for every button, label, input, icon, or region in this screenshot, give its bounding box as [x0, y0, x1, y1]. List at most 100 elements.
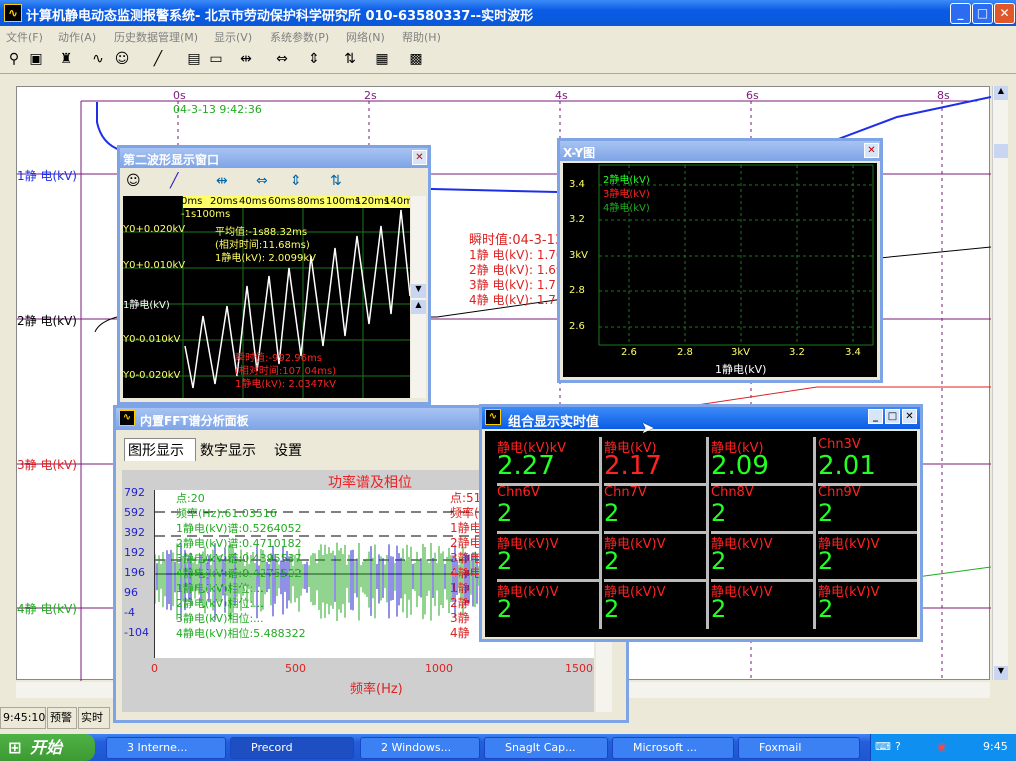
menu-item[interactable]: 系统参数(P) [270, 29, 329, 45]
monitor-icon[interactable]: ▣ [26, 49, 46, 69]
fft-xtick: 500 [285, 662, 306, 675]
menu-item[interactable]: 显示(V) [214, 29, 252, 45]
close-button[interactable]: ✕ [994, 3, 1015, 24]
xy-xtick: 3kV [731, 347, 750, 358]
wave2-scrollbar[interactable]: ▼ ▲ [411, 196, 426, 398]
taskbar-button[interactable]: Precord [230, 737, 354, 759]
menu-item[interactable]: 文件(F) [6, 29, 43, 45]
cell-divider [706, 581, 709, 629]
cell-divider [599, 485, 602, 533]
readout-line: 2静 电(kV): 1.69 [469, 263, 564, 277]
grid-icon[interactable]: ▩ [406, 49, 426, 69]
combo-cell: Chn8V 2 [711, 485, 816, 534]
window-title: 组合显示实时值 [508, 415, 600, 430]
menu-item[interactable]: 动作(A) [58, 29, 96, 45]
fft-ytick: 592 [124, 506, 145, 519]
fft-left-line: 3静电(kV)相位:... [176, 612, 264, 625]
close-icon[interactable]: ✕ [902, 409, 917, 424]
taskbar-button[interactable]: 2 Windows... [360, 737, 480, 759]
system-tray: ⌨ ? ◉ 9:45 [870, 734, 1016, 761]
menu-bar: 文件(F) 动作(A) 历史数据管理(M) 显示(V) 系统参数(P) 网络(N) 帮助(H… [0, 26, 1016, 46]
fft-left-line: 1静电(kV)相位:... [176, 582, 264, 595]
folder-icon[interactable]: ▭ [206, 49, 226, 69]
keyboard-icon[interactable]: ⌨ [875, 740, 891, 753]
cell-divider [706, 533, 709, 581]
fft-ytick: 96 [124, 586, 138, 599]
fft-ytick: 196 [124, 566, 145, 579]
combo-cell-value: 2 [604, 547, 620, 575]
smiley-icon[interactable]: ☺ [112, 49, 132, 69]
shrink-h-icon[interactable]: ⇔ [272, 49, 292, 69]
xy-legend-3: 3静电(kV) [603, 189, 650, 200]
start-label: 开始 [30, 738, 63, 757]
combo-cell-value: 2 [818, 595, 834, 623]
expand-v-icon[interactable]: ⇕ [290, 173, 302, 189]
siren-icon[interactable]: ♜ [56, 49, 76, 69]
fft-chart-title: 功率谱及相位 [328, 475, 412, 491]
scroll-down-arrow-icon[interactable]: ▼ [411, 284, 426, 298]
cell-divider [706, 437, 709, 485]
expand-h-icon[interactable]: ⇹ [216, 173, 228, 189]
fft-left-line: 3静电(kV)谱:0.4395537 [176, 552, 302, 565]
expand-v-icon[interactable]: ⇕ [304, 49, 324, 69]
expand-h-icon[interactable]: ⇹ [236, 49, 256, 69]
xy-xtick: 3.2 [789, 347, 805, 358]
wave2-offset: -1s100ms [181, 209, 231, 220]
save-icon[interactable]: ▤ [184, 49, 204, 69]
scroll-up-arrow-icon[interactable]: ▲ [994, 86, 1008, 100]
scroll-thumb[interactable] [994, 144, 1008, 158]
taskbar-button[interactable]: Microsoft ... [612, 737, 734, 759]
cell-divider [813, 581, 816, 629]
inst-line: (相对时间:107.04ms) [235, 366, 337, 377]
xy-xtick: 2.6 [621, 347, 637, 358]
scroll-up-arrow-icon[interactable]: ▲ [411, 300, 426, 314]
wave2-time-tick: 80ms [297, 196, 325, 207]
maximize-button[interactable]: □ [972, 3, 993, 24]
wave2-time-tick: 40ms [239, 196, 267, 207]
binoculars-icon[interactable]: ⚲ [4, 49, 24, 69]
avg-line: 平均值:-1s88.32ms [215, 227, 308, 238]
pen-icon[interactable]: ╱ [170, 173, 178, 189]
taskbar-button[interactable]: 3 Interne... [106, 737, 226, 759]
volume-icon[interactable]: ◉ [937, 740, 947, 753]
close-icon[interactable]: ✕ [864, 143, 879, 158]
fft-ytick: 192 [124, 546, 145, 559]
help-icon[interactable]: ? [895, 740, 901, 753]
cell-divider [813, 533, 816, 581]
vertical-scrollbar[interactable]: ▲ ▼ [992, 86, 1008, 680]
combo-cell-value: 2 [604, 595, 620, 623]
fft-left-line: 4静电(kV)相位:5.488322 [176, 627, 306, 640]
menu-item[interactable]: 帮助(H) [402, 29, 441, 45]
combo-cell: Chn7V 2 [604, 485, 709, 534]
minimize-icon[interactable]: _ [868, 409, 883, 424]
minimize-button[interactable]: _ [950, 3, 971, 24]
combo-cell-value: 2 [497, 595, 513, 623]
menu-item[interactable]: 历史数据管理(M) [114, 29, 198, 45]
fft-left-info: 点:20 频率(Hz):61.03516 1静电(kV)谱:0.5264052 2静电… [176, 491, 306, 641]
window-title: X-Y图 [563, 146, 596, 160]
waveform-icon[interactable]: ∿ [88, 49, 108, 69]
combo-cell-value: 2 [711, 595, 727, 623]
close-icon[interactable]: ✕ [412, 150, 427, 165]
fft-left-line: 1静电(kV)谱:0.5264052 [176, 522, 302, 535]
shrink-h-icon[interactable]: ⇔ [256, 173, 268, 189]
readout-title: 瞬时值:04-3-13 [469, 233, 564, 248]
readout-line: 1静 电(kV): 1.70 [469, 248, 564, 262]
taskbar-button[interactable]: SnagIt Cap... [484, 737, 608, 759]
pen-icon[interactable]: ╱ [148, 49, 168, 69]
scroll-down-arrow-icon[interactable]: ▼ [994, 666, 1008, 680]
tab-graph[interactable]: 图形显示 [124, 438, 196, 461]
shrink-v-icon[interactable]: ⇅ [330, 173, 342, 189]
start-button[interactable]: ⊞ 开始 [0, 734, 95, 761]
menu-item[interactable]: 网络(N) [346, 29, 385, 45]
smiley-icon[interactable]: ☺ [126, 173, 141, 189]
shrink-v-icon[interactable]: ⇅ [340, 49, 360, 69]
combo-cell-value: 2 [818, 499, 834, 527]
tab-numeric[interactable]: 数字显示 [200, 440, 256, 460]
chart-icon[interactable]: ▦ [372, 49, 392, 69]
wave2-avg: 平均值:-1s88.32ms (相对时间:11.68ms) 1静电(kV): 2… [215, 226, 316, 265]
maximize-icon[interactable]: □ [885, 409, 900, 424]
tab-settings[interactable]: 设置 [274, 440, 302, 460]
window-titlebar: X-Y图 ✕ [560, 141, 880, 161]
taskbar-button[interactable]: Foxmail [738, 737, 860, 759]
